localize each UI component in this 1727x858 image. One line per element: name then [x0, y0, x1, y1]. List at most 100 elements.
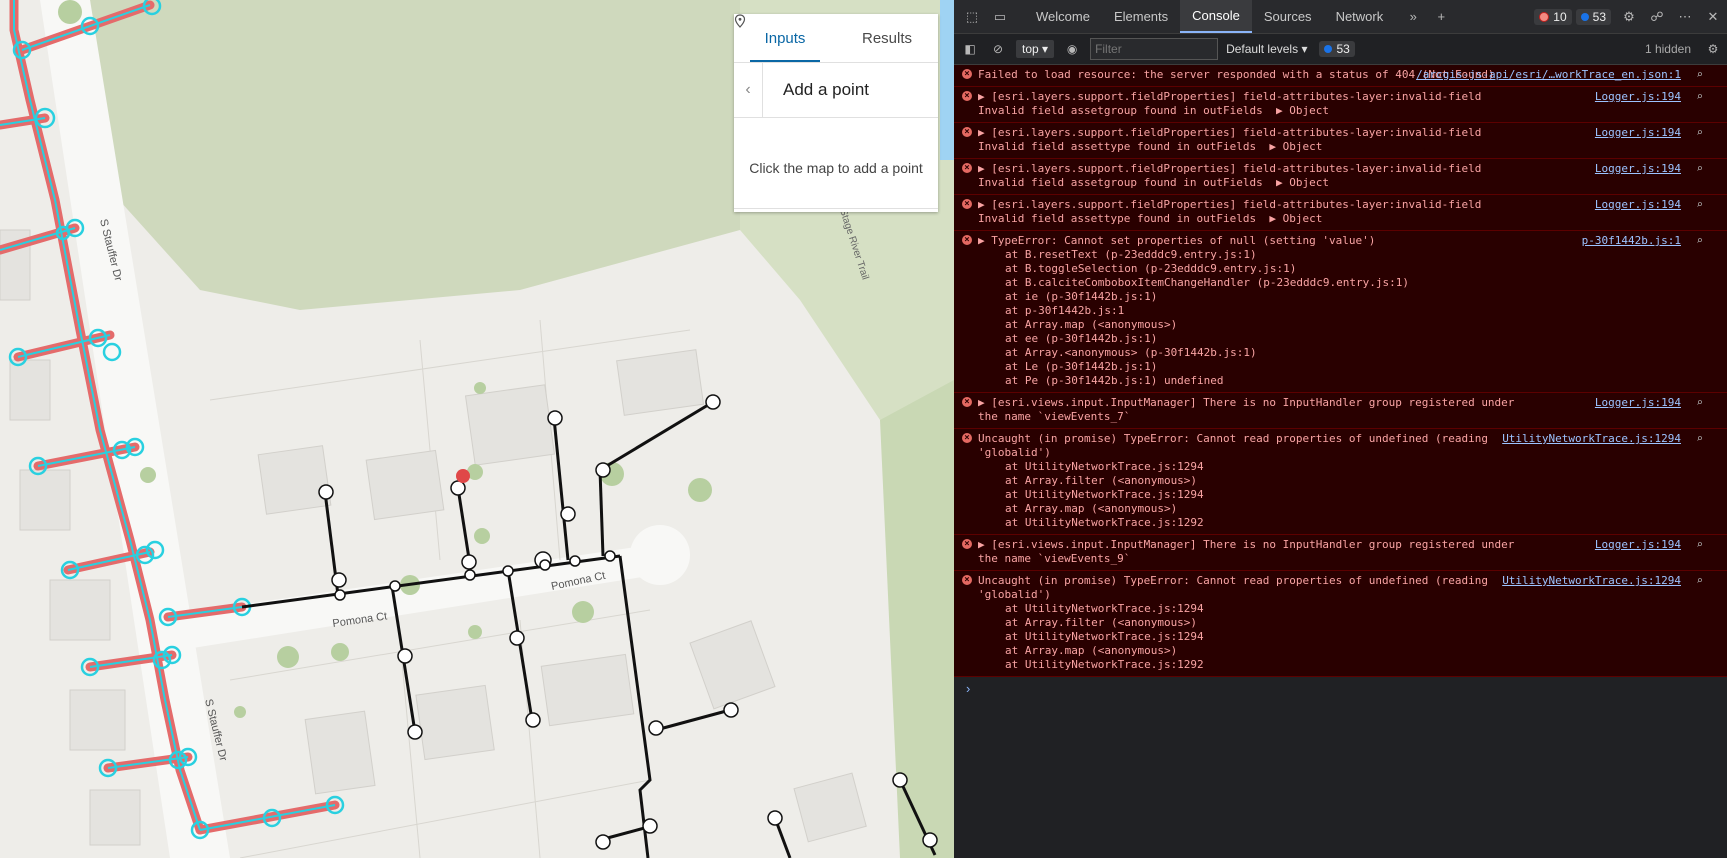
tab-network[interactable]: Network [1324, 0, 1396, 33]
chevron-down-icon: ▾ [1042, 42, 1049, 56]
park-area [90, 0, 740, 310]
console-message[interactable]: × Failed to load resource: the server res… [954, 65, 1727, 87]
stack-frame: at UtilityNetworkTrace.js:1294 [1005, 602, 1204, 615]
console-message[interactable]: × ▶ [esri.layers.support.fieldProperties]… [954, 87, 1727, 123]
chevron-down-icon: ▾ [1301, 42, 1308, 56]
stack-frame: at ee (p-30f1442b.js:1) [1005, 332, 1158, 345]
console-message[interactable]: × ▶ TypeError: Cannot set properties of n… [954, 231, 1727, 393]
sidebar-toggle-icon[interactable]: ◧ [960, 39, 980, 59]
search-icon[interactable]: ⌕ [1696, 126, 1703, 140]
context-select[interactable]: top ▾ [1016, 40, 1055, 58]
console-message[interactable]: × ▶ [esri.views.input.InputManager] There… [954, 393, 1727, 429]
tab-welcome[interactable]: Welcome [1024, 0, 1102, 33]
clear-console-icon[interactable]: ⊘ [988, 39, 1008, 59]
stack-frame: at Array.<anonymous> (p-30f1442b.js:1) [1005, 346, 1257, 359]
stack-frame: at Pe (p-30f1442b.js:1) undefined [1005, 374, 1224, 387]
source-link[interactable]: Logger.js:194 [1595, 126, 1681, 140]
console-message[interactable]: × ▶ [esri.layers.support.fieldProperties]… [954, 123, 1727, 159]
console-message[interactable]: × ▶ [esri.layers.support.fieldProperties]… [954, 195, 1727, 231]
live-expression-icon[interactable]: ◉ [1062, 39, 1082, 59]
filter-input[interactable] [1090, 38, 1219, 60]
panel-tabs: Inputs Results [734, 14, 938, 63]
levels-count-badge[interactable]: 53 [1319, 41, 1355, 57]
back-button[interactable]: ‹ [734, 63, 763, 117]
console-message[interactable]: × ▶ [esri.views.input.InputManager] There… [954, 535, 1727, 571]
console-message[interactable]: × ▶ [esri.layers.support.fieldProperties]… [954, 159, 1727, 195]
console-prompt[interactable]: › [954, 677, 1727, 700]
stack-frame: at ie (p-30f1442b.js:1) [1005, 290, 1158, 303]
more-tabs-icon[interactable]: » [1403, 7, 1423, 27]
source-link[interactable]: /arcgis-js-api/esri/…workTrace_en.json:1 [1416, 68, 1681, 82]
info-count: 53 [1592, 9, 1606, 24]
source-link[interactable]: p-30f1442b.js:1 [1582, 234, 1681, 248]
tab-console[interactable]: Console [1180, 0, 1252, 33]
tab-elements[interactable]: Elements [1102, 0, 1180, 33]
map-view[interactable]: S Stauffer Dr S Stauffer Dr Pomona Ct Po… [0, 0, 954, 858]
panel-header: ‹ Add a point [734, 63, 938, 118]
error-count-badge[interactable]: 10 [1534, 8, 1572, 25]
info-count-badge[interactable]: 53 [1575, 8, 1611, 25]
error-icon: × [962, 575, 972, 585]
stack-frame: at Array.filter (<anonymous>) [1005, 474, 1198, 487]
source-link[interactable]: Logger.js:194 [1595, 198, 1681, 212]
console-output: × Failed to load resource: the server res… [954, 65, 1727, 677]
console-settings-icon[interactable]: ⚙ [1703, 39, 1723, 59]
stack-frame: at UtilityNetworkTrace.js:1294 [1005, 488, 1204, 501]
hidden-count: 1 hidden [1644, 42, 1691, 56]
info-icon [1324, 45, 1333, 53]
stack-frame: at Array.map (<anonymous>) [1005, 318, 1178, 331]
search-icon[interactable]: ⌕ [1696, 68, 1703, 82]
stack-frame: at UtilityNetworkTrace.js:1292 [1005, 516, 1204, 529]
panel-hint: Click the map to add a point [749, 160, 923, 176]
source-link[interactable]: UtilityNetworkTrace.js:1294 [1502, 574, 1681, 588]
source-link[interactable]: Logger.js:194 [1595, 90, 1681, 104]
error-count: 10 [1553, 9, 1567, 24]
search-icon[interactable]: ⌕ [1696, 432, 1703, 446]
trace-panel: Inputs Results ‹ Add a point Click the m… [734, 14, 938, 212]
device-toolbar-icon[interactable]: ▭ [990, 7, 1010, 27]
search-icon[interactable]: ⌕ [1696, 574, 1703, 588]
gear-icon[interactable]: ⚙ [1619, 7, 1639, 27]
tab-inputs[interactable]: Inputs [734, 14, 836, 62]
stack-frame: at B.toggleSelection (p-23edddc9.entry.j… [1005, 262, 1297, 275]
search-icon[interactable]: ⌕ [1696, 396, 1703, 410]
console-message[interactable]: × Uncaught (in promise) TypeError: Cannot… [954, 571, 1727, 677]
error-icon: × [962, 433, 972, 443]
search-icon[interactable]: ⌕ [1696, 234, 1703, 248]
stack-frame: at Array.map (<anonymous>) [1005, 502, 1178, 515]
panel-body: Click the map to add a point [734, 14, 938, 209]
stack-frame: at Array.filter (<anonymous>) [1005, 616, 1198, 629]
console-message[interactable]: × Uncaught (in promise) TypeError: Cannot… [954, 429, 1727, 535]
source-link[interactable]: Logger.js:194 [1595, 162, 1681, 176]
stack-frame: at UtilityNetworkTrace.js:1294 [1005, 630, 1204, 643]
error-icon: × [962, 69, 972, 79]
error-icon: × [962, 397, 972, 407]
error-icon: × [962, 91, 972, 101]
more-options-icon[interactable]: ⋯ [1675, 7, 1695, 27]
search-icon[interactable]: ⌕ [1696, 198, 1703, 212]
context-label: top [1022, 42, 1039, 56]
search-icon[interactable]: ⌕ [1696, 162, 1703, 176]
source-link[interactable]: Logger.js:194 [1595, 396, 1681, 410]
inspect-icon[interactable]: ⬚ [962, 7, 982, 27]
search-icon[interactable]: ⌕ [1696, 90, 1703, 104]
error-icon: × [962, 163, 972, 173]
info-icon [1580, 12, 1589, 21]
start-point-marker[interactable] [456, 469, 470, 483]
source-link[interactable]: Logger.js:194 [1595, 538, 1681, 552]
stack-frame: at Array.map (<anonymous>) [1005, 644, 1178, 657]
stack-frame: at UtilityNetworkTrace.js:1294 [1005, 460, 1204, 473]
tab-sources[interactable]: Sources [1252, 0, 1324, 33]
source-link[interactable]: UtilityNetworkTrace.js:1294 [1502, 432, 1681, 446]
park-strip [880, 380, 954, 858]
feedback-icon[interactable]: ☍ [1647, 7, 1667, 27]
error-icon [1539, 11, 1550, 22]
close-icon[interactable]: ✕ [1703, 7, 1723, 27]
error-icon: × [962, 127, 972, 137]
panel-title: Add a point [783, 80, 870, 99]
search-icon[interactable]: ⌕ [1696, 538, 1703, 552]
levels-dropdown[interactable]: Default levels ▾ [1226, 42, 1307, 56]
add-tab-icon[interactable]: + [1431, 7, 1451, 27]
tab-results[interactable]: Results [836, 14, 938, 62]
stack-frame: at B.calciteComboboxItemChangeHandler (p… [1005, 276, 1409, 289]
